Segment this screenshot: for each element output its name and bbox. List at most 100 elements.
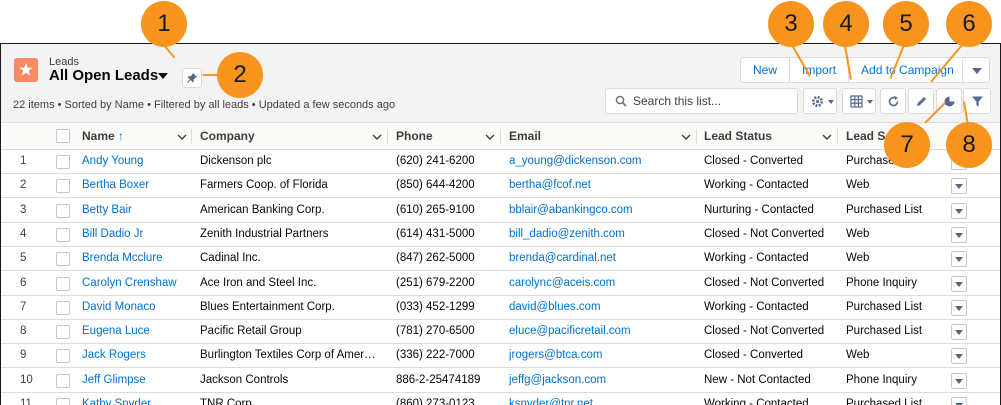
email-link[interactable]: bill_dadio@zenith.com [509, 223, 625, 247]
row-select-checkbox[interactable] [56, 300, 70, 315]
refresh-button[interactable] [880, 88, 906, 114]
chevron-down-icon [955, 378, 963, 384]
column-divider [387, 129, 388, 144]
row-number: 8 [20, 325, 27, 338]
row-select-checkbox[interactable] [56, 276, 70, 291]
row-actions-button[interactable] [951, 397, 967, 405]
inline-edit-button[interactable] [908, 88, 934, 114]
row-actions-button[interactable] [951, 372, 967, 389]
lead-source-cell: Phone Inquiry [846, 373, 917, 386]
table-row: 1 Andy Young Dickenson plc (620) 241-6200 a_… [1, 150, 1000, 174]
table-row: 7 David Monaco Blues Entertainment Corp. (0… [1, 295, 1000, 320]
list-summary: 22 items • Sorted by Name • Filtered by … [13, 99, 396, 111]
email-link[interactable]: david@blues.com [509, 296, 601, 320]
leads-object-icon [14, 58, 38, 82]
row-number: 1 [20, 155, 27, 167]
chevron-down-icon[interactable] [681, 132, 691, 142]
row-select-checkbox[interactable] [56, 398, 70, 405]
column-header-name[interactable]: Name ↑ [82, 123, 124, 150]
row-number: 6 [20, 276, 27, 289]
lead-status-cell: Working - Contacted [704, 398, 809, 405]
lead-status-cell: Nurturing - Contacted [704, 203, 814, 216]
select-all-checkbox[interactable] [56, 129, 70, 143]
row-select-checkbox[interactable] [56, 155, 70, 169]
lead-status-cell: Closed - Not Converted [704, 227, 825, 240]
email-link[interactable]: bblair@abankingco.com [509, 199, 633, 223]
chevron-down-icon[interactable] [372, 132, 382, 142]
lead-name-link[interactable]: Bertha Boxer [82, 174, 149, 198]
view-switcher-chevron-down-icon[interactable] [158, 73, 168, 79]
email-link[interactable]: carolync@aceis.com [509, 272, 615, 296]
row-actions-button[interactable] [951, 299, 967, 316]
lead-name-link[interactable]: Kathy Snyder [82, 393, 151, 405]
charts-button[interactable] [936, 88, 962, 114]
company-cell: Farmers Coop. of Florida [200, 179, 328, 192]
list-view-name[interactable]: All Open Leads [49, 67, 158, 84]
email-link[interactable]: bertha@fcof.net [509, 174, 591, 198]
company-cell: Cadinal Inc. [200, 252, 261, 265]
chevron-down-icon [955, 354, 963, 360]
row-select-checkbox[interactable] [56, 227, 70, 242]
row-select-checkbox[interactable] [56, 203, 70, 218]
list-view-frame: Leads All Open Leads 22 items • Sorted b… [0, 43, 1001, 405]
callout-5: 5 [883, 1, 929, 47]
new-button[interactable]: New [740, 57, 791, 83]
lead-status-cell: Closed - Converted [704, 155, 804, 167]
lead-name-link[interactable]: Brenda Mcclure [82, 247, 163, 271]
email-link[interactable]: jeffg@jackson.com [509, 369, 606, 393]
search-input[interactable] [633, 92, 793, 110]
more-actions-button[interactable] [962, 57, 990, 83]
row-select-checkbox[interactable] [56, 252, 70, 267]
lead-name-link[interactable]: Jeff Glimpse [82, 369, 146, 393]
lead-status-cell: Working - Contacted [704, 300, 809, 313]
lead-status-cell: Working - Contacted [704, 179, 809, 192]
pin-icon [187, 73, 197, 83]
row-actions-button[interactable] [951, 251, 967, 268]
phone-cell: (610) 265-9100 [396, 203, 475, 216]
pin-list-view-button[interactable] [182, 68, 202, 88]
lead-name-link[interactable]: David Monaco [82, 296, 156, 320]
column-header-email[interactable]: Email [509, 123, 541, 150]
lead-name-link[interactable]: Andy Young [82, 150, 143, 174]
chevron-down-icon[interactable] [177, 132, 187, 142]
column-header-company[interactable]: Company [200, 123, 255, 150]
lead-name-link[interactable]: Carolyn Crenshaw [82, 272, 177, 296]
chevron-down-icon[interactable] [485, 132, 495, 142]
lead-name-link[interactable]: Betty Bair [82, 199, 132, 223]
row-actions-button[interactable] [951, 348, 967, 365]
row-select-checkbox[interactable] [56, 325, 70, 340]
row-actions-button[interactable] [951, 178, 967, 195]
filters-button[interactable] [963, 88, 991, 114]
row-select-checkbox[interactable] [56, 373, 70, 388]
lead-name-link[interactable]: Eugena Luce [82, 320, 150, 344]
email-link[interactable]: ksnyder@tnr.net [509, 393, 593, 405]
pie-chart-icon [944, 96, 955, 107]
lead-name-link[interactable]: Bill Dadio Jr [82, 223, 143, 247]
row-actions-button[interactable] [951, 202, 967, 219]
email-link[interactable]: jrogers@btca.com [509, 344, 602, 368]
chevron-down-icon [972, 68, 982, 74]
email-link[interactable]: eluce@pacificretail.com [509, 320, 631, 344]
table-row: 3 Betty Bair American Banking Corp. (610) 2… [1, 198, 1000, 223]
row-actions-button[interactable] [951, 324, 967, 341]
column-header-phone[interactable]: Phone [396, 123, 433, 150]
phone-cell: (614) 431-5000 [396, 227, 475, 240]
chevron-down-icon[interactable] [822, 132, 832, 142]
row-select-checkbox[interactable] [56, 349, 70, 364]
email-link[interactable]: a_young@dickenson.com [509, 150, 642, 174]
callout-1: 1 [141, 1, 187, 47]
search-list-field[interactable] [605, 88, 798, 114]
email-link[interactable]: brenda@cardinal.net [509, 247, 616, 271]
row-select-checkbox[interactable] [56, 179, 70, 194]
phone-cell: (781) 270-6500 [396, 325, 475, 338]
list-view-controls-button[interactable] [803, 88, 837, 114]
column-header-lead-status[interactable]: Lead Status [704, 123, 772, 150]
row-actions-button[interactable] [951, 275, 967, 292]
company-cell: TNR Corp. [200, 398, 255, 405]
lead-name-link[interactable]: Jack Rogers [82, 344, 146, 368]
company-cell: Pacific Retail Group [200, 325, 302, 338]
display-as-button[interactable] [842, 88, 876, 114]
import-button[interactable]: Import [790, 57, 850, 83]
row-actions-button[interactable] [951, 226, 967, 243]
refresh-icon [888, 96, 899, 107]
